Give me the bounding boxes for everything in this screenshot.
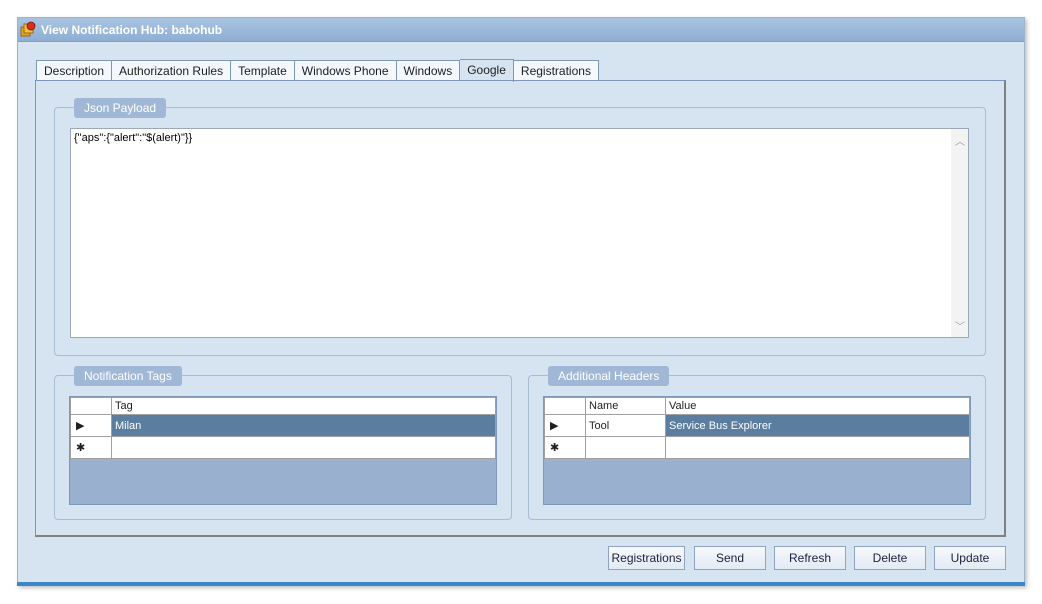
- tab-description[interactable]: Description: [36, 60, 113, 81]
- new-row[interactable]: ✱: [70, 436, 496, 459]
- header-value-cell[interactable]: Service Bus Explorer: [665, 414, 970, 437]
- table-row[interactable]: ▶ Tool Service Bus Explorer: [544, 414, 970, 437]
- new-row-icon: ✱: [70, 436, 112, 459]
- additional-headers-title: Additional Headers: [548, 366, 670, 386]
- tab-registrations[interactable]: Registrations: [513, 60, 599, 81]
- update-button[interactable]: Update: [934, 546, 1006, 570]
- window-title: View Notification Hub: babohub: [41, 23, 223, 37]
- grid-header-row: Name Value: [544, 397, 970, 415]
- new-tag-cell[interactable]: [111, 436, 496, 459]
- notification-tags-grid[interactable]: Tag ▶ Milan ✱: [69, 396, 497, 505]
- tab-windows[interactable]: Windows: [396, 60, 461, 81]
- json-payload-title: Json Payload: [74, 98, 167, 118]
- tab-authorization-rules[interactable]: Authorization Rules: [112, 60, 232, 81]
- column-header-tag[interactable]: Tag: [111, 397, 496, 415]
- scroll-down-icon[interactable]: ﹀: [955, 318, 965, 333]
- table-row[interactable]: ▶ Milan: [70, 414, 496, 437]
- tag-cell[interactable]: Milan: [111, 414, 496, 437]
- scroll-up-icon[interactable]: ︿: [955, 133, 965, 148]
- column-header-name[interactable]: Name: [585, 397, 666, 415]
- row-header-corner: [544, 397, 586, 415]
- new-header-value-cell[interactable]: [665, 436, 970, 459]
- app-icon: [20, 21, 36, 37]
- title-bar: View Notification Hub: babohub: [18, 18, 1024, 42]
- row-header-corner: [70, 397, 112, 415]
- tab-google[interactable]: Google: [460, 59, 514, 82]
- registrations-button[interactable]: Registrations: [608, 546, 685, 570]
- delete-button[interactable]: Delete: [854, 546, 926, 570]
- json-payload-editor[interactable]: {"aps":{"alert":"$(alert)"}} ︿ ﹀: [70, 128, 969, 338]
- new-row-icon: ✱: [544, 436, 586, 459]
- window-bottom-border: [17, 582, 1025, 586]
- new-header-name-cell[interactable]: [585, 436, 666, 459]
- refresh-button[interactable]: Refresh: [774, 546, 846, 570]
- send-button[interactable]: Send: [694, 546, 766, 570]
- current-row-icon: ▶: [70, 414, 112, 437]
- additional-headers-grid[interactable]: Name Value ▶ Tool Service Bus Explorer ✱: [543, 396, 971, 505]
- current-row-icon: ▶: [544, 414, 586, 437]
- tab-strip: Description Authorization Rules Template…: [36, 59, 599, 82]
- column-header-value[interactable]: Value: [665, 397, 970, 415]
- payload-scrollbar[interactable]: ︿ ﹀: [951, 129, 968, 337]
- tab-template[interactable]: Template: [231, 60, 295, 81]
- new-row[interactable]: ✱: [544, 436, 970, 459]
- tab-windows-phone[interactable]: Windows Phone: [294, 60, 397, 81]
- grid-header-row: Tag: [70, 397, 496, 415]
- notification-tags-title: Notification Tags: [74, 366, 182, 386]
- json-payload-text[interactable]: {"aps":{"alert":"$(alert)"}}: [74, 132, 192, 144]
- header-name-cell[interactable]: Tool: [585, 414, 666, 437]
